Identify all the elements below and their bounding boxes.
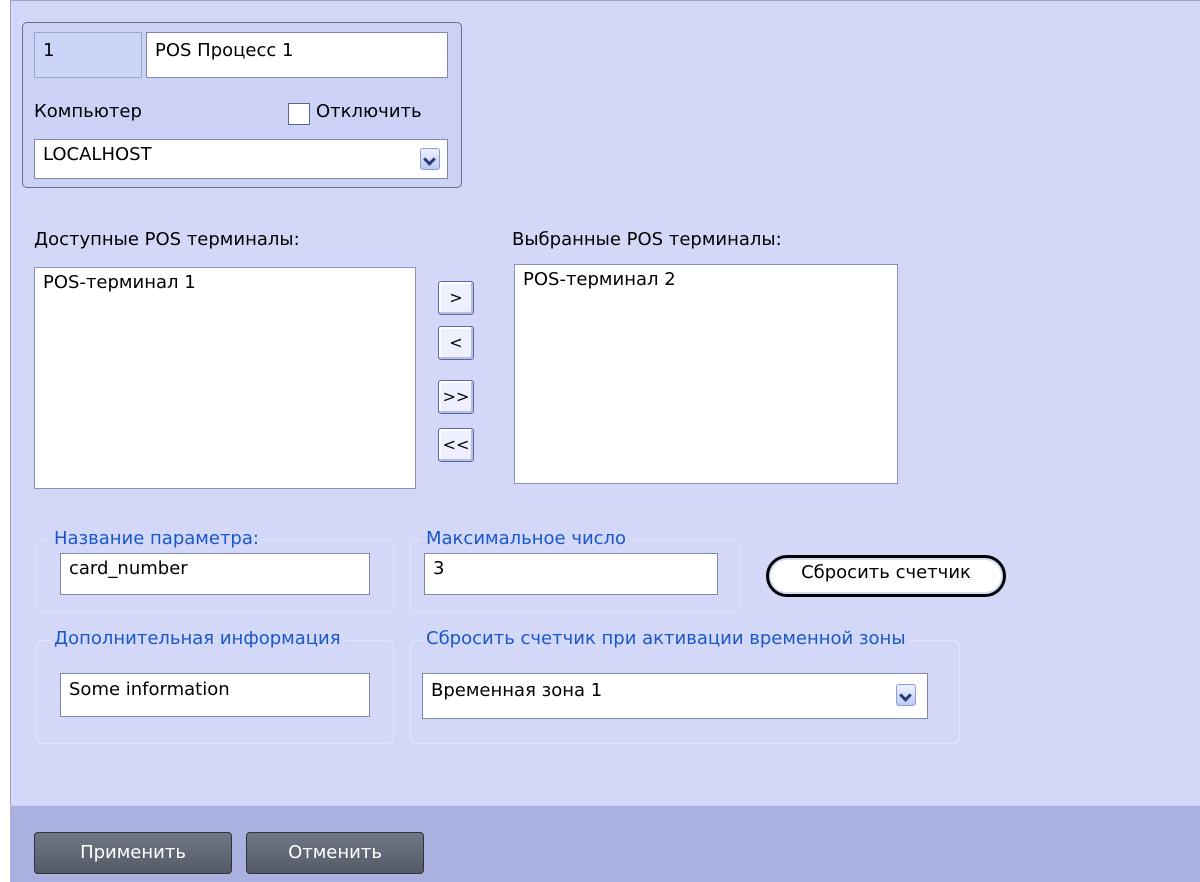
apply-button[interactable]: Применить: [34, 832, 232, 874]
process-id-field[interactable]: 1: [34, 32, 142, 78]
reset-counter-button[interactable]: Сбросить счетчик: [766, 555, 1006, 597]
chevron-down-icon[interactable]: [420, 148, 440, 170]
selected-terminals-label: Выбранные POS терминалы:: [512, 229, 782, 250]
process-name-field[interactable]: POS Процесс 1: [146, 32, 448, 78]
chevron-down-icon[interactable]: [896, 684, 916, 706]
add-terminal-button[interactable]: >: [438, 281, 474, 315]
info-group-title: Дополнительная информация: [50, 628, 345, 649]
list-item[interactable]: POS-терминал 1: [43, 272, 407, 294]
computer-label: Компьютер: [34, 101, 142, 122]
timezone-group-title: Сбросить счетчик при активации временной…: [422, 628, 910, 649]
available-terminals-label: Доступные POS терминалы:: [34, 229, 300, 250]
list-item[interactable]: POS-терминал 2: [523, 269, 889, 291]
selected-terminals-list[interactable]: POS-терминал 2: [514, 264, 898, 484]
timezone-select-value: Временная зона 1: [431, 680, 603, 701]
remove-terminal-button[interactable]: <: [438, 326, 474, 360]
cancel-button[interactable]: Отменить: [246, 832, 424, 874]
max-number-field[interactable]: 3: [424, 553, 718, 595]
computer-select[interactable]: LOCALHOST: [34, 139, 448, 179]
param-group-title: Название параметра:: [50, 528, 263, 549]
param-name-field[interactable]: card_number: [60, 553, 370, 595]
remove-all-terminals-button[interactable]: <<: [438, 428, 474, 462]
computer-select-value: LOCALHOST: [43, 144, 152, 165]
timezone-select[interactable]: Временная зона 1: [422, 673, 928, 719]
disable-label: Отключить: [316, 101, 422, 122]
add-all-terminals-button[interactable]: >>: [438, 380, 474, 414]
disable-checkbox[interactable]: [288, 103, 310, 125]
available-terminals-list[interactable]: POS-терминал 1: [34, 267, 416, 489]
info-field[interactable]: Some information: [60, 673, 370, 717]
max-group-title: Максимальное число: [422, 528, 631, 549]
